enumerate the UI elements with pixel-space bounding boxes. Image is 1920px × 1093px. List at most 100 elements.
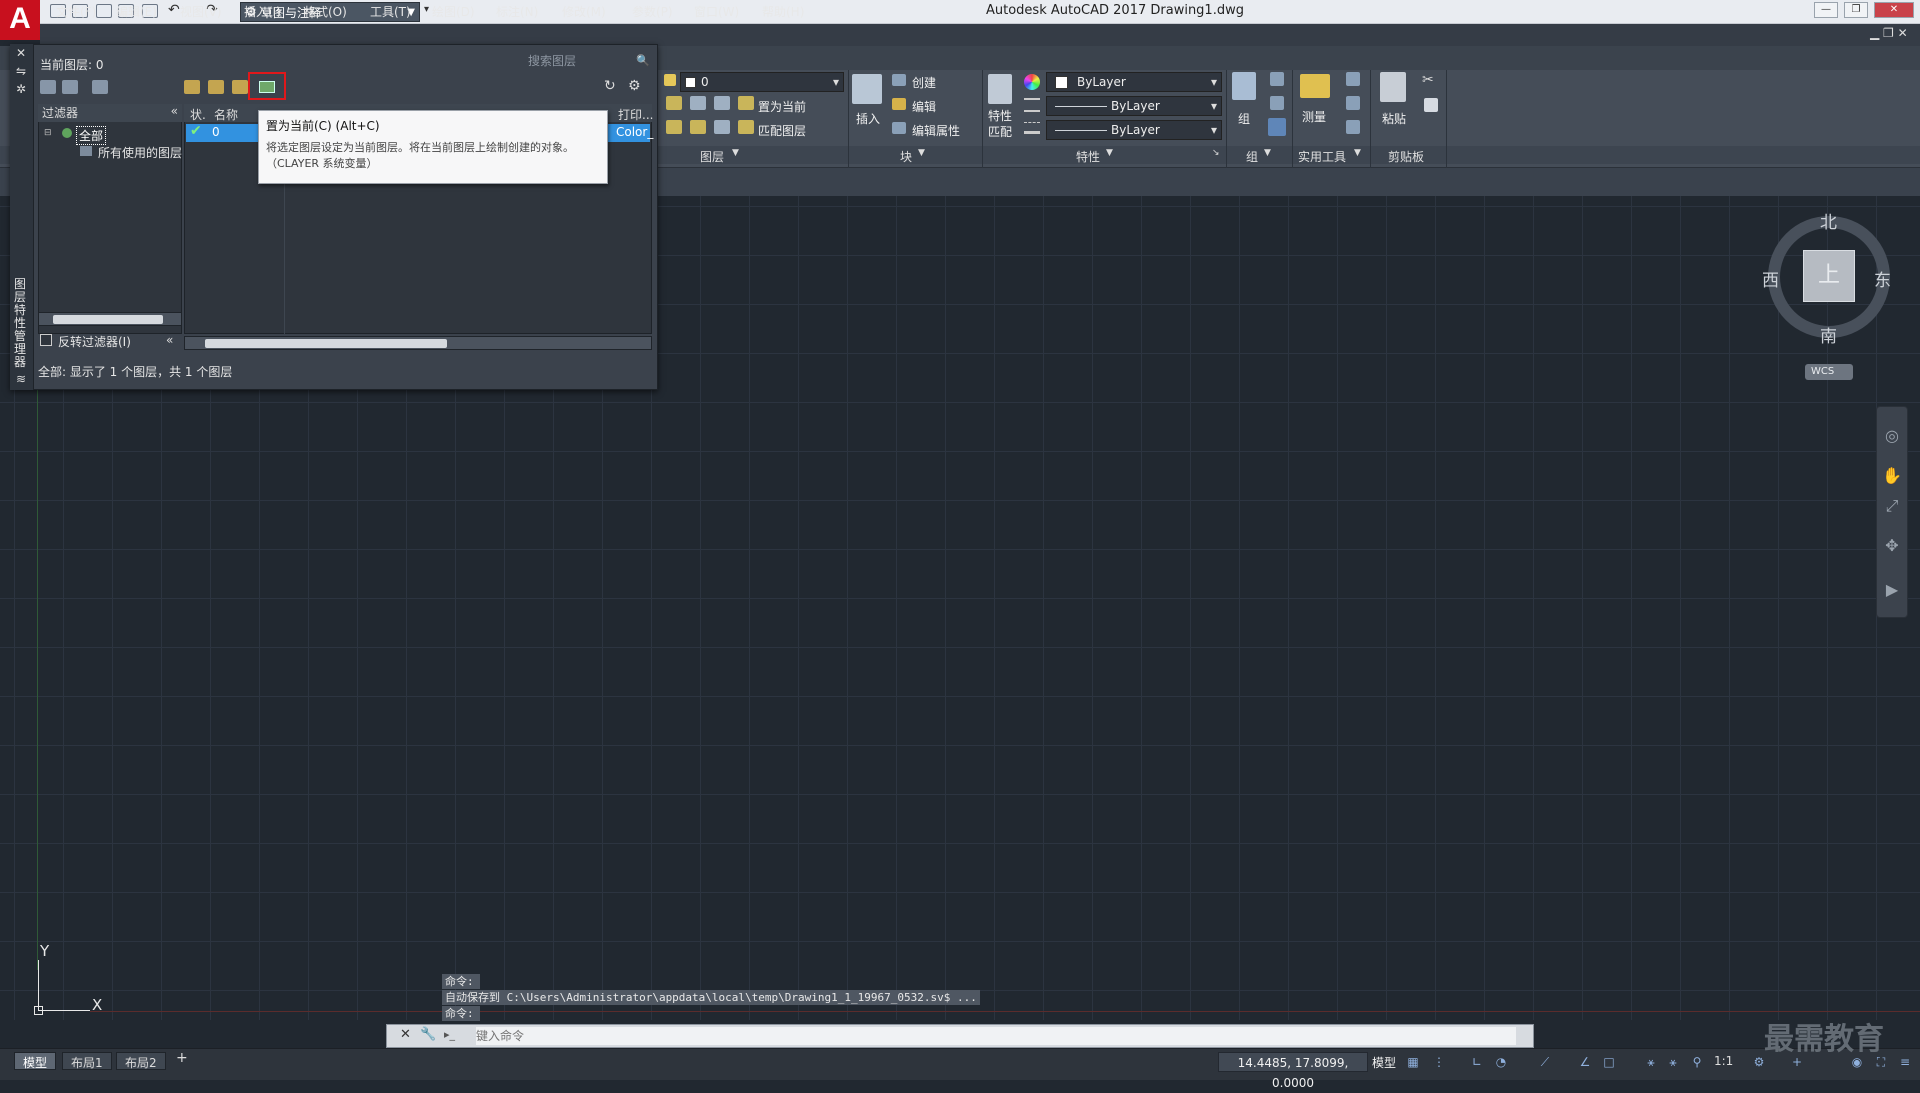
menu-insert[interactable]: 插入(I) — [244, 3, 281, 20]
auto-scale-icon[interactable]: ⚹ — [1666, 1055, 1680, 1069]
chevron-down-icon[interactable]: ▼ — [918, 148, 925, 158]
point-icon[interactable] — [1346, 96, 1360, 110]
utilities-panel-label[interactable]: 实用工具 — [1298, 148, 1346, 165]
group-panel-label[interactable]: 组 — [1246, 148, 1258, 165]
close-button[interactable]: ✕ — [1874, 2, 1914, 18]
menu-draw[interactable]: 绘图(D) — [432, 3, 475, 20]
minimize-button[interactable]: — — [1814, 2, 1838, 18]
invert-filter-label[interactable]: 反转过滤器(I) — [58, 333, 131, 350]
filter-all-used-layers[interactable]: 所有使用的图层 — [98, 144, 182, 161]
palette-properties-icon[interactable]: ✲ — [16, 82, 26, 96]
measure-label[interactable]: 测量 — [1302, 108, 1326, 125]
tree-toggle-icon[interactable]: ⊟ — [44, 128, 52, 138]
annotation-scale-value[interactable]: 1:1 — [1714, 1054, 1733, 1068]
match-layer-icon[interactable] — [738, 120, 754, 134]
refresh-icon[interactable]: ↻ — [604, 78, 616, 94]
orbit-icon[interactable]: ✥ — [1882, 536, 1902, 556]
command-input[interactable] — [476, 1027, 1516, 1045]
drawing-window-controls[interactable]: ▁ ❐ ✕ — [1870, 26, 1908, 40]
customize-wrench-icon[interactable]: 🔧 — [420, 1027, 436, 1042]
color-dropdown[interactable]: ByLayer — [1046, 72, 1222, 92]
scroll-thumb[interactable] — [205, 339, 447, 348]
compass-east[interactable]: 东 — [1874, 266, 1891, 291]
layer-isolate-icon[interactable] — [690, 96, 706, 110]
group-edit-icon[interactable] — [1270, 96, 1284, 110]
match-properties-icon[interactable] — [988, 74, 1012, 104]
add-layout-icon[interactable]: + — [176, 1050, 188, 1066]
pan-icon[interactable]: ✋ — [1882, 466, 1902, 486]
chevron-down-icon[interactable]: ▼ — [1354, 148, 1361, 158]
chevron-down-icon[interactable]: ▼ — [1106, 148, 1113, 158]
delete-layer-icon[interactable] — [232, 80, 248, 94]
set-current-ribbon-icon[interactable] — [738, 96, 754, 110]
layer-name-cell[interactable]: 0 — [212, 125, 220, 139]
layer-plot-style-cell[interactable]: Color_ — [616, 125, 653, 139]
snap-icon[interactable]: ⋮ — [1432, 1055, 1446, 1069]
scroll-thumb[interactable] — [53, 315, 163, 324]
ungroup-icon[interactable] — [1270, 72, 1284, 86]
isodraft-icon[interactable]: ⟋ — [1538, 1055, 1552, 1069]
new-layer-frozen-icon[interactable] — [208, 80, 224, 94]
layer-on-icon[interactable] — [664, 74, 676, 86]
column-status[interactable]: 状. — [190, 106, 206, 123]
settings-gear-icon[interactable]: ⚙ — [628, 78, 641, 94]
group-selection-icon[interactable] — [1268, 118, 1286, 136]
collapse-pane-icon[interactable]: « — [171, 104, 178, 118]
edit-attributes-icon[interactable] — [892, 122, 906, 134]
new-layer-icon[interactable] — [184, 80, 200, 94]
coordinates-readout[interactable]: 14.4485, 17.8099, 0.0000 — [1218, 1052, 1368, 1090]
ortho-icon[interactable]: ∟ — [1470, 1055, 1484, 1069]
application-menu-button[interactable]: A — [0, 0, 40, 40]
match-properties-label[interactable]: 特性 匹配 — [988, 108, 1014, 140]
cut-icon[interactable]: ✂ — [1422, 72, 1434, 88]
layers-panel-label[interactable]: 图层 — [700, 148, 724, 165]
paste-label[interactable]: 粘贴 — [1382, 110, 1406, 127]
menu-edit[interactable]: 编辑(E) — [116, 3, 157, 20]
block-panel-label[interactable]: 块 — [900, 148, 912, 165]
compass-north[interactable]: 北 — [1820, 208, 1837, 233]
edit-block-icon[interactable] — [892, 98, 906, 110]
layer-dropdown[interactable]: 0 — [680, 72, 844, 92]
set-current-button[interactable] — [248, 72, 286, 100]
menu-file[interactable]: 文件(F) — [56, 3, 96, 20]
column-name[interactable]: 名称 — [214, 106, 238, 123]
search-icon[interactable]: 🔍 — [636, 54, 650, 67]
menu-help[interactable]: 帮助(H) — [762, 3, 804, 20]
layer-lock-icon[interactable] — [690, 120, 706, 134]
wcs-menu[interactable]: WCS — [1805, 364, 1853, 380]
clipboard-panel-label[interactable]: 剪贴板 — [1388, 148, 1424, 165]
menu-view[interactable]: 视图(V) — [180, 3, 222, 20]
zoom-icon[interactable]: ⤢ — [1882, 496, 1902, 516]
copy-icon[interactable] — [1424, 98, 1438, 112]
menu-modify[interactable]: 修改(M) — [562, 3, 606, 20]
collapse-filters-icon[interactable]: « — [166, 333, 173, 347]
invert-filter-checkbox[interactable] — [40, 334, 52, 346]
layers-horizontal-scrollbar[interactable] — [184, 336, 652, 350]
column-plot-style[interactable]: 打印... — [618, 106, 653, 123]
create-block-icon[interactable] — [892, 74, 906, 86]
viewcube-top-face[interactable]: 上 — [1803, 250, 1855, 302]
menu-tools[interactable]: 工具(T) — [370, 3, 411, 20]
chevron-down-icon[interactable]: ▼ — [732, 148, 739, 158]
close-command-line-icon[interactable]: ✕ — [400, 1027, 411, 1042]
menu-window[interactable]: 窗口(W) — [694, 3, 739, 20]
color-wheel-icon[interactable] — [1024, 74, 1040, 90]
restore-button[interactable]: ❐ — [1844, 2, 1868, 18]
set-current-ribbon-label[interactable]: 置为当前 — [758, 98, 806, 115]
tab-layout2[interactable]: 布局2 — [116, 1052, 166, 1070]
command-prompt-icon[interactable]: ▸_ — [444, 1028, 455, 1041]
grid-icon[interactable]: ▦ — [1406, 1055, 1420, 1069]
paste-icon[interactable] — [1380, 72, 1406, 102]
menu-format[interactable]: 格式(O) — [304, 3, 347, 20]
annotation-scale-icon[interactable]: ⚲ — [1690, 1055, 1704, 1069]
model-space-toggle[interactable]: 模型 — [1372, 1054, 1396, 1071]
steering-wheel-icon[interactable]: ◎ — [1882, 426, 1902, 446]
object-snap-icon[interactable]: □ — [1602, 1055, 1616, 1069]
menu-parametric[interactable]: 参数(P) — [632, 3, 673, 20]
match-layer-label[interactable]: 匹配图层 — [758, 122, 806, 139]
layer-state-icon[interactable] — [666, 96, 682, 110]
calculator-icon[interactable] — [1346, 120, 1360, 134]
insert-block-icon[interactable] — [852, 74, 882, 104]
polar-icon[interactable]: ◔ — [1494, 1055, 1508, 1069]
tab-model[interactable]: 模型 — [14, 1052, 57, 1070]
